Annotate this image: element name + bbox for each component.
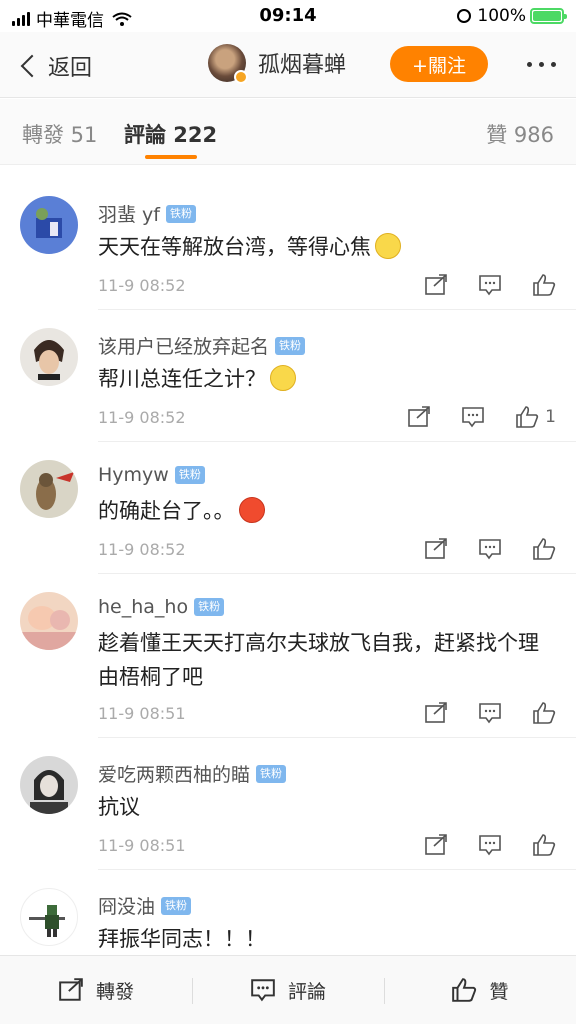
- comment-actions: [394, 702, 556, 724]
- comment-time: 11-9 08:52: [98, 408, 186, 427]
- comment-list[interactable]: 羽蜚 yf 铁粉 天天在等解放台湾，等得心焦 11-9 08:52 该用户已经放…: [0, 178, 576, 953]
- like-icon[interactable]: [532, 834, 556, 856]
- comment-text: 抗议: [98, 795, 140, 819]
- comment-time: 11-9 08:51: [98, 836, 186, 855]
- avatar[interactable]: [20, 328, 78, 386]
- comment-username[interactable]: Hymyw: [98, 464, 169, 486]
- comment-username[interactable]: he_ha_ho: [98, 596, 188, 618]
- alarm-icon: [457, 9, 472, 23]
- nav-bar: 返回 孤烟暮蝉 +關注: [0, 32, 576, 98]
- like-count: 1: [545, 407, 556, 427]
- bottom-action-bar: 轉發 評論 贊: [0, 955, 576, 1024]
- comment-text: 趁着懂王天天打高尔夫球放飞自我，赶紧找个理由梧桐了吧: [98, 631, 539, 689]
- comment-icon[interactable]: [478, 274, 502, 296]
- back-button[interactable]: 返回: [18, 50, 92, 82]
- comment-text: 帮川总连任之计？: [98, 362, 553, 396]
- fan-badge: 铁粉: [275, 336, 306, 355]
- repost-label: 轉發: [95, 980, 134, 1003]
- tab-indicator: [145, 155, 197, 159]
- comment-username[interactable]: 羽蜚 yf: [98, 200, 160, 227]
- comment-username[interactable]: 爱吃两颗西柚的瞄: [98, 760, 250, 787]
- fan-badge: 铁粉: [174, 466, 205, 484]
- comment-icon[interactable]: [478, 538, 502, 560]
- share-icon[interactable]: [424, 274, 448, 296]
- back-label: 返回: [48, 56, 93, 81]
- thinking-emoji-icon: [270, 365, 296, 391]
- status-right: 100%: [457, 6, 567, 26]
- like-icon[interactable]: [532, 274, 556, 296]
- follow-button[interactable]: +關注: [390, 46, 488, 82]
- comment-actions: [394, 834, 556, 856]
- battery-percent: 100%: [477, 6, 526, 26]
- comment-author: Hymyw 铁粉: [98, 464, 205, 486]
- comment-item: Hymyw 铁粉 的确赴台了。。 11-9 08:52: [0, 442, 576, 574]
- tab-like[interactable]: 贊 986: [486, 119, 554, 149]
- tab-comment[interactable]: 評論 222: [124, 119, 217, 149]
- tab-bar: 轉發 51 評論 222 贊 986: [0, 99, 576, 165]
- user-name: 孤烟暮蝉: [258, 53, 347, 78]
- comment-actions: 1: [377, 406, 556, 428]
- comment-actions: [394, 274, 556, 296]
- comment-text: 拜振华同志！！！: [98, 927, 266, 951]
- nav-user[interactable]: 孤烟暮蝉: [208, 44, 347, 84]
- comment-author: 冏没油 铁粉: [98, 892, 192, 919]
- comment-icon[interactable]: [461, 406, 485, 428]
- comment-time: 11-9 08:52: [98, 276, 186, 295]
- like-icon[interactable]: [515, 406, 539, 428]
- fan-badge: 铁粉: [256, 764, 287, 783]
- avatar[interactable]: [20, 196, 78, 254]
- comment-author: 该用户已经放弃起名 铁粉: [98, 332, 306, 359]
- angry-emoji-icon: [238, 497, 265, 523]
- fan-badge: 铁粉: [165, 204, 196, 223]
- comment-username[interactable]: 冏没油: [98, 892, 155, 919]
- comment-time: 11-9 08:52: [98, 540, 186, 559]
- comment-author: he_ha_ho 铁粉: [98, 596, 225, 618]
- chevron-left-icon: [20, 54, 44, 78]
- more-icon[interactable]: [527, 62, 556, 67]
- repost-button[interactable]: 轉發: [0, 956, 192, 1024]
- comment-author: 羽蜚 yf 铁粉: [98, 200, 196, 227]
- comment-item: 爱吃两颗西柚的瞄 铁粉 抗议 11-9 08:51: [0, 738, 576, 870]
- avatar[interactable]: [20, 460, 78, 518]
- comment-time: 11-9 08:51: [98, 704, 186, 723]
- comment-text: 的确赴台了。。: [98, 494, 553, 528]
- comment-text: 天天在等解放台湾，等得心焦: [98, 230, 553, 264]
- avatar[interactable]: [20, 592, 78, 650]
- share-icon: [59, 978, 83, 1001]
- like-icon[interactable]: [532, 538, 556, 560]
- avatar[interactable]: [208, 44, 248, 84]
- comment-icon[interactable]: [478, 834, 502, 856]
- fan-badge: 铁粉: [161, 896, 192, 915]
- status-bar: 中華電信 09:14 100%: [0, 0, 576, 32]
- like-icon[interactable]: [532, 702, 556, 724]
- avatar[interactable]: [20, 756, 78, 814]
- tab-repost[interactable]: 轉發 51: [22, 119, 97, 149]
- comment-icon: [251, 979, 275, 1002]
- comment-item: 冏没油 铁粉 拜振华同志！！！: [0, 870, 576, 953]
- smile-emoji-icon: [375, 233, 401, 259]
- comment-label: 評論: [287, 980, 326, 1003]
- battery-icon: [530, 8, 567, 24]
- comment-item: 羽蜚 yf 铁粉 天天在等解放台湾，等得心焦 11-9 08:52: [0, 178, 576, 310]
- avatar[interactable]: [20, 888, 78, 946]
- comment-item: 该用户已经放弃起名 铁粉 帮川总连任之计？ 11-9 08:52 1: [0, 310, 576, 442]
- comment-author: 爱吃两颗西柚的瞄 铁粉: [98, 760, 287, 787]
- share-icon[interactable]: [407, 406, 431, 428]
- comment-icon[interactable]: [478, 702, 502, 724]
- share-icon[interactable]: [424, 702, 448, 724]
- like-icon: [452, 978, 477, 1002]
- share-icon[interactable]: [424, 538, 448, 560]
- share-icon[interactable]: [424, 834, 448, 856]
- verified-badge-icon: [234, 70, 248, 84]
- fan-badge: 铁粉: [194, 598, 225, 616]
- comment-actions: [394, 538, 556, 560]
- comment-item: he_ha_ho 铁粉 趁着懂王天天打高尔夫球放飞自我，赶紧找个理由梧桐了吧 1…: [0, 574, 576, 738]
- comment-button[interactable]: 評論: [192, 956, 384, 1024]
- like-button[interactable]: 贊: [384, 956, 576, 1024]
- like-label: 贊: [489, 980, 509, 1003]
- comment-username[interactable]: 该用户已经放弃起名: [98, 332, 269, 359]
